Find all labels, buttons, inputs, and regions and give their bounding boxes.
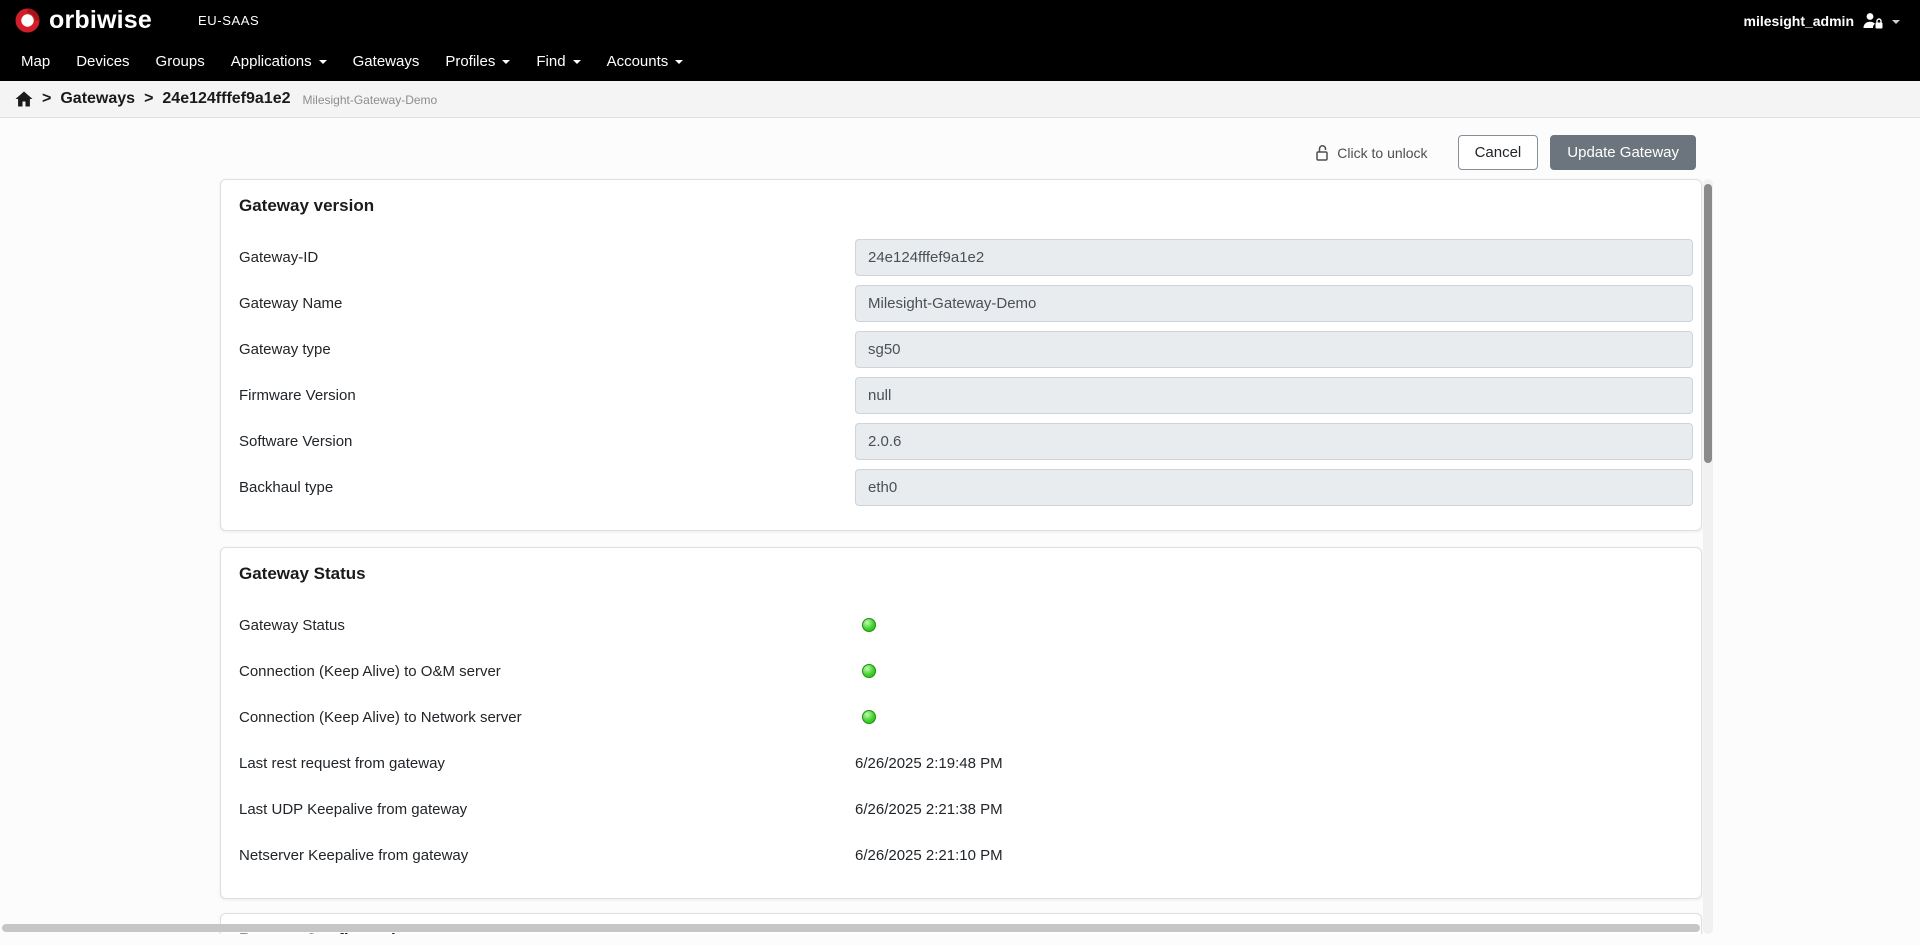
nav-item-applications[interactable]: Applications [218,41,340,81]
nav-item-devices[interactable]: Devices [63,41,142,81]
top-bar: orbiwise EU-SAAS milesight_admin Map Dev… [0,0,1920,81]
status-row: Last rest request from gateway 6/26/2025… [239,740,1693,786]
nav-label: Applications [230,52,312,70]
software-version-input[interactable] [855,422,1693,460]
field-row: Software Version [239,418,1693,464]
field-row: Backhaul type [239,464,1693,510]
field-label: Last rest request from gateway [239,754,445,772]
brand-name: orbiwise [49,6,153,34]
chevron-down-icon [1892,19,1900,24]
nav-item-accounts[interactable]: Accounts [594,41,697,81]
main-content: Click to unlock Cancel Update Gateway Ga… [0,118,1920,945]
home-icon [15,91,33,107]
scroll-region: Click to unlock Cancel Update Gateway Ga… [0,118,1703,934]
nav-item-profiles[interactable]: Profiles [432,41,523,81]
nav-label: Gateways [352,52,420,70]
breadcrumb-gateway-name: Milesight-Gateway-Demo [302,93,438,107]
page: orbiwise EU-SAAS milesight_admin Map Dev… [0,0,1920,945]
field-row: Gateway-ID [239,234,1693,280]
user-name: milesight_admin [1743,12,1854,29]
field-label: Software Version [239,432,353,450]
unlock-icon [1314,144,1330,161]
chevron-down-icon [318,60,327,64]
user-menu[interactable]: milesight_admin [1744,12,1900,29]
card-title: Gateway version [239,196,375,215]
environment-label: EU-SAAS [198,13,260,28]
chevron-down-icon [675,60,684,64]
chevron-down-icon [502,60,511,64]
nav-item-gateways[interactable]: Gateways [340,41,433,81]
nav-label: Map [21,52,51,70]
update-gateway-button[interactable]: Update Gateway [1550,135,1696,170]
field-label: Connection (Keep Alive) to O&M server [239,662,501,680]
field-row: Gateway Name [239,280,1693,326]
breadcrumb-separator: > [144,90,154,107]
actions-row: Click to unlock Cancel Update Gateway [0,118,1703,170]
field-label: Gateway Name [239,294,343,312]
chevron-down-icon [572,60,581,64]
vertical-scrollbar-thumb[interactable] [1704,184,1712,463]
status-row: Connection (Keep Alive) to Network serve… [239,694,1693,740]
horizontal-scrollbar-thumb[interactable] [2,924,1700,932]
brand-logo[interactable]: orbiwise [14,6,152,35]
last-udp-keepalive-timestamp: 6/26/2025 2:21:38 PM [855,800,1003,818]
nav-label: Devices [76,52,130,70]
gateway-status-card: Gateway Status Gateway Status Connection… [220,547,1702,899]
backhaul-type-input[interactable] [855,468,1693,506]
breadcrumb: > Gateways > 24e124fffef9a1e2 Milesight-… [0,81,1920,118]
breadcrumb-separator: > [42,90,52,107]
nav-label: Profiles [445,52,496,70]
gateway-id-input[interactable] [855,238,1693,276]
nav-item-find[interactable]: Find [523,41,593,81]
field-row: Firmware Version [239,372,1693,418]
field-label: Netserver Keepalive from gateway [239,846,469,864]
nav-item-map[interactable]: Map [8,41,63,81]
field-label: Firmware Version [239,386,356,404]
main-nav: Map Devices Groups Applications Gateways… [0,41,1920,81]
field-label: Gateway type [239,340,331,358]
status-led-green [862,664,876,678]
vertical-scrollbar[interactable] [1703,179,1713,934]
netserver-keepalive-timestamp: 6/26/2025 2:21:10 PM [855,846,1003,864]
field-label: Gateway Status [239,616,345,634]
unlock-label: Click to unlock [1337,144,1428,161]
gateway-type-input[interactable] [855,330,1693,368]
top-bar-row1: orbiwise EU-SAAS milesight_admin [0,0,1920,41]
field-row: Gateway type [239,326,1693,372]
field-label: Last UDP Keepalive from gateway [239,800,468,818]
status-row: Last UDP Keepalive from gateway 6/26/202… [239,786,1693,832]
unlock-toggle[interactable]: Click to unlock [1314,144,1428,161]
orbiwise-logo-icon [14,7,41,34]
user-lock-icon [1862,12,1884,29]
status-row: Connection (Keep Alive) to O&M server [239,648,1693,694]
card-title: Gateway Status [239,564,366,583]
field-label: Backhaul type [239,478,334,496]
field-label: Connection (Keep Alive) to Network serve… [239,708,522,726]
gateway-version-card: Gateway version Gateway-ID Gateway Name … [220,179,1702,531]
last-rest-request-timestamp: 6/26/2025 2:19:48 PM [855,754,1003,772]
breadcrumb-gateways-link[interactable]: Gateways [60,90,135,108]
status-row: Netserver Keepalive from gateway 6/26/20… [239,832,1693,878]
breadcrumb-current-gateway-id: 24e124fffef9a1e2 [162,90,291,107]
nav-label: Accounts [606,52,669,70]
gateway-name-input[interactable] [855,284,1693,322]
nav-label: Groups [155,52,205,70]
status-led-green [862,618,876,632]
horizontal-scrollbar[interactable] [2,924,1700,934]
firmware-version-input[interactable] [855,376,1693,414]
status-row: Gateway Status [239,602,1693,648]
nav-item-groups[interactable]: Groups [143,41,218,81]
cancel-button[interactable]: Cancel [1457,135,1539,170]
home-link[interactable] [15,91,33,107]
nav-label: Find [536,52,566,70]
status-led-green [862,710,876,724]
field-label: Gateway-ID [239,248,319,266]
